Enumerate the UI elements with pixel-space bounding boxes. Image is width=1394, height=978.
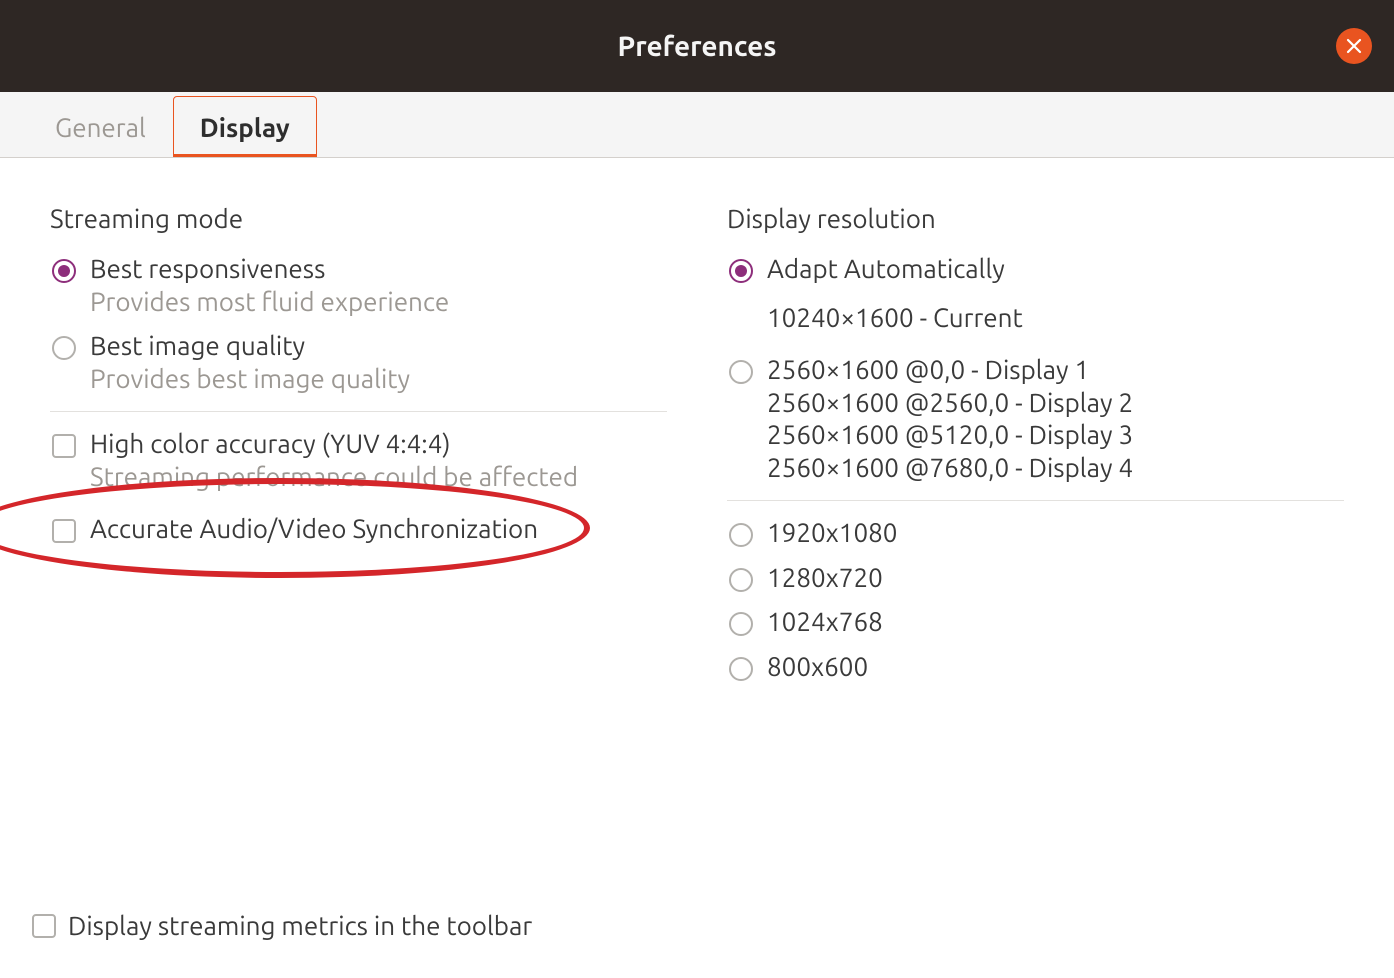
display-line-1: 2560×1600 @0,0 - Display 1 bbox=[767, 354, 1344, 387]
streaming-mode-title: Streaming mode bbox=[50, 204, 667, 233]
av-sync-option[interactable]: Accurate Audio/Video Synchronization bbox=[50, 507, 667, 552]
metrics-label: Display streaming metrics in the toolbar bbox=[68, 910, 532, 943]
resolution-1920x1080[interactable]: 1920x1080 bbox=[727, 511, 1344, 556]
tab-bar: General Display bbox=[0, 92, 1394, 158]
checkbox-av-sync[interactable] bbox=[52, 519, 76, 543]
image-quality-label: Best image quality bbox=[90, 330, 667, 363]
titlebar: Preferences bbox=[0, 0, 1394, 92]
color-accuracy-sub: Streaming performance could be affected bbox=[90, 461, 667, 494]
color-accuracy-label: High color accuracy (YUV 4:4:4) bbox=[90, 428, 667, 461]
divider bbox=[50, 411, 667, 412]
content-area: Streaming mode Best responsiveness Provi… bbox=[0, 158, 1394, 978]
streaming-option-image-quality[interactable]: Best image quality Provides best image q… bbox=[50, 324, 667, 401]
checkbox-color-accuracy[interactable] bbox=[52, 434, 76, 458]
tab-general[interactable]: General bbox=[28, 96, 173, 157]
adapt-label: Adapt Automatically bbox=[767, 253, 1344, 286]
resolution-title: Display resolution bbox=[727, 204, 1344, 233]
left-column: Streaming mode Best responsiveness Provi… bbox=[50, 204, 667, 958]
radio-1024x768[interactable] bbox=[729, 612, 753, 636]
display-line-4: 2560×1600 @7680,0 - Display 4 bbox=[767, 452, 1344, 485]
image-quality-sub: Provides best image quality bbox=[90, 363, 667, 396]
radio-1920x1080[interactable] bbox=[729, 523, 753, 547]
color-accuracy-option[interactable]: High color accuracy (YUV 4:4:4) Streamin… bbox=[50, 422, 667, 499]
av-sync-label: Accurate Audio/Video Synchronization bbox=[90, 513, 667, 546]
radio-1280x720[interactable] bbox=[729, 568, 753, 592]
display-line-3: 2560×1600 @5120,0 - Display 3 bbox=[767, 419, 1344, 452]
res-800x600-label: 800x600 bbox=[767, 651, 1344, 684]
radio-responsiveness[interactable] bbox=[52, 259, 76, 283]
divider bbox=[727, 500, 1344, 501]
streaming-option-responsiveness[interactable]: Best responsiveness Provides most fluid … bbox=[50, 247, 667, 324]
res-1920x1080-label: 1920x1080 bbox=[767, 517, 1344, 550]
res-1024x768-label: 1024x768 bbox=[767, 606, 1344, 639]
resolution-display-group-option[interactable]: 2560×1600 @0,0 - Display 1 2560×1600 @25… bbox=[727, 348, 1344, 490]
close-button[interactable] bbox=[1336, 28, 1372, 64]
checkbox-metrics[interactable] bbox=[32, 914, 56, 938]
tab-display[interactable]: Display bbox=[173, 96, 317, 157]
resolution-800x600[interactable]: 800x600 bbox=[727, 645, 1344, 690]
window-title: Preferences bbox=[618, 31, 777, 62]
res-1280x720-label: 1280x720 bbox=[767, 562, 1344, 595]
resolution-1024x768[interactable]: 1024x768 bbox=[727, 600, 1344, 645]
close-icon bbox=[1346, 38, 1362, 54]
responsiveness-sub: Provides most fluid experience bbox=[90, 286, 667, 319]
radio-800x600[interactable] bbox=[729, 657, 753, 681]
adapt-current: 10240×1600 - Current bbox=[767, 302, 1344, 335]
radio-adapt[interactable] bbox=[729, 259, 753, 283]
responsiveness-label: Best responsiveness bbox=[90, 253, 667, 286]
right-column: Display resolution Adapt Automatically 1… bbox=[727, 204, 1344, 958]
metrics-option[interactable]: Display streaming metrics in the toolbar bbox=[32, 910, 532, 943]
radio-display-group[interactable] bbox=[729, 360, 753, 384]
radio-image-quality[interactable] bbox=[52, 336, 76, 360]
display-line-2: 2560×1600 @2560,0 - Display 2 bbox=[767, 387, 1344, 420]
resolution-1280x720[interactable]: 1280x720 bbox=[727, 556, 1344, 601]
resolution-adapt-option[interactable]: Adapt Automatically bbox=[727, 247, 1344, 292]
